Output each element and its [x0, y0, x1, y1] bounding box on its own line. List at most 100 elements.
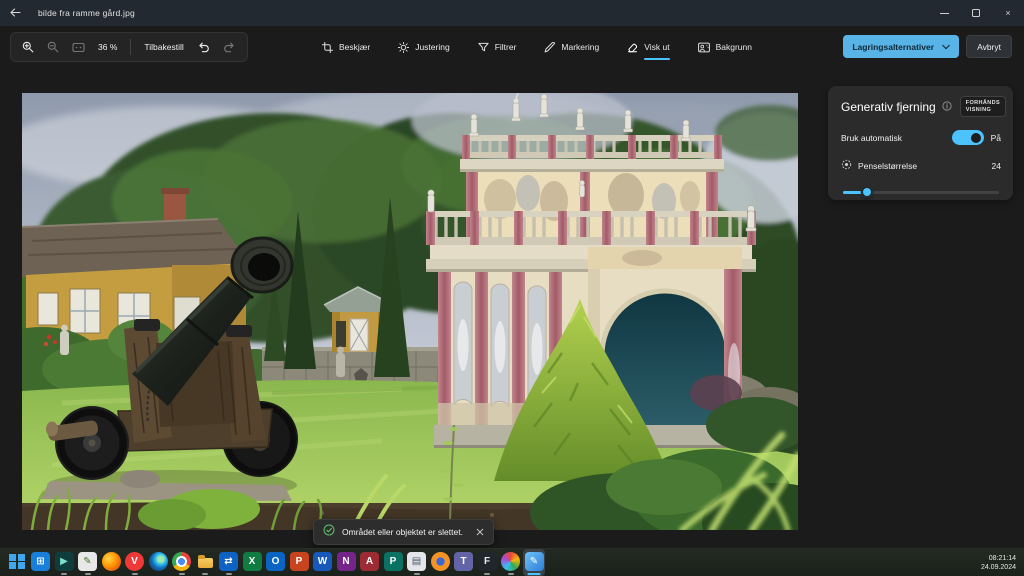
- taskbar-app-file-explorer[interactable]: [194, 549, 216, 576]
- taskbar-app-teams[interactable]: T: [453, 549, 475, 576]
- crop-icon: [322, 42, 333, 53]
- taskbar-app-start[interactable]: [6, 549, 28, 576]
- check-circle-icon: [323, 523, 335, 541]
- tab-label: Justering: [415, 42, 450, 52]
- auto-apply-label: Bruk automatisk: [841, 133, 902, 143]
- taskbar-app-vivaldi[interactable]: V: [124, 549, 146, 576]
- taskbar-app-chrome[interactable]: [171, 549, 193, 576]
- taskbar-app-paint-app[interactable]: [429, 549, 451, 576]
- taskbar-app-photos-editor[interactable]: ✎: [523, 549, 545, 576]
- erase-icon: [627, 42, 638, 53]
- divider: [130, 39, 131, 55]
- taskbar-app-publisher[interactable]: P: [382, 549, 404, 576]
- taskbar-clock[interactable]: 08:21:14 24.09.2024: [981, 554, 1016, 572]
- taskbar-app-edge-browser[interactable]: [147, 549, 169, 576]
- zoom-level-value[interactable]: 36 %: [98, 42, 117, 52]
- filter-icon: [478, 42, 489, 53]
- tab-bakgrunn[interactable]: Bakgrunn: [698, 42, 752, 53]
- chevron-down-icon: [942, 42, 950, 52]
- save-options-button[interactable]: Lagringsalternativer: [843, 35, 959, 58]
- zoom-in-button[interactable]: [22, 41, 34, 53]
- taskbar-app-excel[interactable]: X: [241, 549, 263, 576]
- arrow-left-icon: [10, 4, 21, 22]
- zoom-tool-group: 36 % Tilbakestill: [10, 32, 248, 62]
- adjust-icon: [398, 42, 409, 53]
- preview-badge: FORHÅNDS VISNING: [960, 96, 1006, 117]
- auto-apply-toggle[interactable]: [952, 130, 984, 145]
- brush-size-value: 24: [992, 161, 1001, 171]
- minimize-icon: [940, 13, 949, 14]
- cancel-label: Avbryt: [977, 42, 1001, 52]
- zoom-out-button[interactable]: [47, 41, 59, 53]
- reset-button[interactable]: Tilbakestill: [144, 42, 183, 52]
- tab-label: Beskjær: [339, 42, 370, 52]
- start-icon: [8, 552, 27, 571]
- tab-label: Visk ut: [644, 42, 669, 52]
- clock-date: 24.09.2024: [981, 563, 1016, 572]
- f-app-icon: F: [478, 552, 497, 571]
- paint-app-icon: [431, 552, 450, 571]
- taskbar-app-powerpoint[interactable]: P: [288, 549, 310, 576]
- tab-markering[interactable]: Markering: [544, 42, 599, 53]
- chrome-icon: [172, 552, 191, 571]
- minimize-button[interactable]: [928, 0, 960, 26]
- taskbar-app-text-editor[interactable]: ✎: [77, 549, 99, 576]
- media-player-icon: ▶: [55, 552, 74, 571]
- teamviewer-icon: ⇄: [219, 552, 238, 571]
- taskbar-app-teamviewer[interactable]: ⇄: [218, 549, 240, 576]
- back-button[interactable]: [0, 0, 30, 26]
- access-icon: A: [360, 552, 379, 571]
- powerpoint-icon: P: [290, 552, 309, 571]
- taskbar-apps: ⊞▶✎V⇄XOPWNAP▤TF✎: [0, 549, 545, 576]
- publisher-icon: P: [384, 552, 403, 571]
- taskbar-app-access[interactable]: A: [359, 549, 381, 576]
- tab-beskjaer[interactable]: Beskjær: [322, 42, 370, 53]
- photos-editor-icon: ✎: [525, 552, 544, 571]
- generative-erase-panel: Generativ fjerning FORHÅNDS VISNING Bruk…: [828, 86, 1013, 200]
- info-icon[interactable]: [942, 98, 952, 116]
- maximize-button[interactable]: [960, 0, 992, 26]
- taskbar-app-firefox[interactable]: [100, 549, 122, 576]
- word-icon: W: [313, 552, 332, 571]
- cancel-button[interactable]: Avbryt: [966, 35, 1012, 58]
- toast-close-button[interactable]: [476, 528, 484, 536]
- taskbar-app-outlook[interactable]: O: [265, 549, 287, 576]
- panel-title: Generativ fjerning: [841, 100, 936, 114]
- taskbar-app-word[interactable]: W: [312, 549, 334, 576]
- vivaldi-icon: V: [125, 552, 144, 571]
- taskbar-app-store[interactable]: ⊞: [30, 549, 52, 576]
- onenote-icon: N: [337, 552, 356, 571]
- taskbar-app-media-player[interactable]: ▶: [53, 549, 75, 576]
- taskbar-app-scanner-app[interactable]: ▤: [406, 549, 428, 576]
- close-button[interactable]: ×: [992, 0, 1024, 26]
- preview-badge-line2: VISNING: [966, 107, 1000, 114]
- tab-justering[interactable]: Justering: [398, 42, 450, 53]
- background-icon: [698, 42, 710, 53]
- file-explorer-icon: [196, 552, 215, 571]
- titlebar: bilde fra ramme gård.jpg ×: [0, 0, 1024, 26]
- save-options-label: Lagringsalternativer: [852, 42, 934, 52]
- photos-app-window: bilde fra ramme gård.jpg × 36 % Tilbakes…: [0, 0, 1024, 576]
- slider-thumb[interactable]: [861, 186, 873, 198]
- redo-button[interactable]: [223, 41, 236, 53]
- brush-size-slider[interactable]: [841, 186, 1001, 198]
- taskbar-app-f-app[interactable]: F: [476, 549, 498, 576]
- maximize-icon: [972, 9, 980, 17]
- toolbar: 36 % Tilbakestill Beskjær Justering Filt…: [0, 26, 1024, 76]
- editor-tabs: Beskjær Justering Filtrer Markering Visk…: [322, 32, 752, 62]
- photo-canvas[interactable]: [22, 93, 798, 530]
- tab-label: Markering: [561, 42, 599, 52]
- tab-filtrer[interactable]: Filtrer: [478, 42, 517, 53]
- toggle-state-label: På: [991, 133, 1001, 143]
- colorful-app-icon: [501, 552, 520, 571]
- teams-icon: T: [454, 552, 473, 571]
- success-toast: Området eller objektet er slettet.: [313, 519, 494, 545]
- fit-screen-button[interactable]: [72, 42, 85, 53]
- taskbar-app-colorful-app[interactable]: [500, 549, 522, 576]
- tab-visk-ut[interactable]: Visk ut: [627, 42, 669, 53]
- close-icon: ×: [1005, 8, 1010, 18]
- firefox-icon: [102, 552, 121, 571]
- taskbar-app-onenote[interactable]: N: [335, 549, 357, 576]
- undo-button[interactable]: [197, 41, 210, 53]
- text-editor-icon: ✎: [78, 552, 97, 571]
